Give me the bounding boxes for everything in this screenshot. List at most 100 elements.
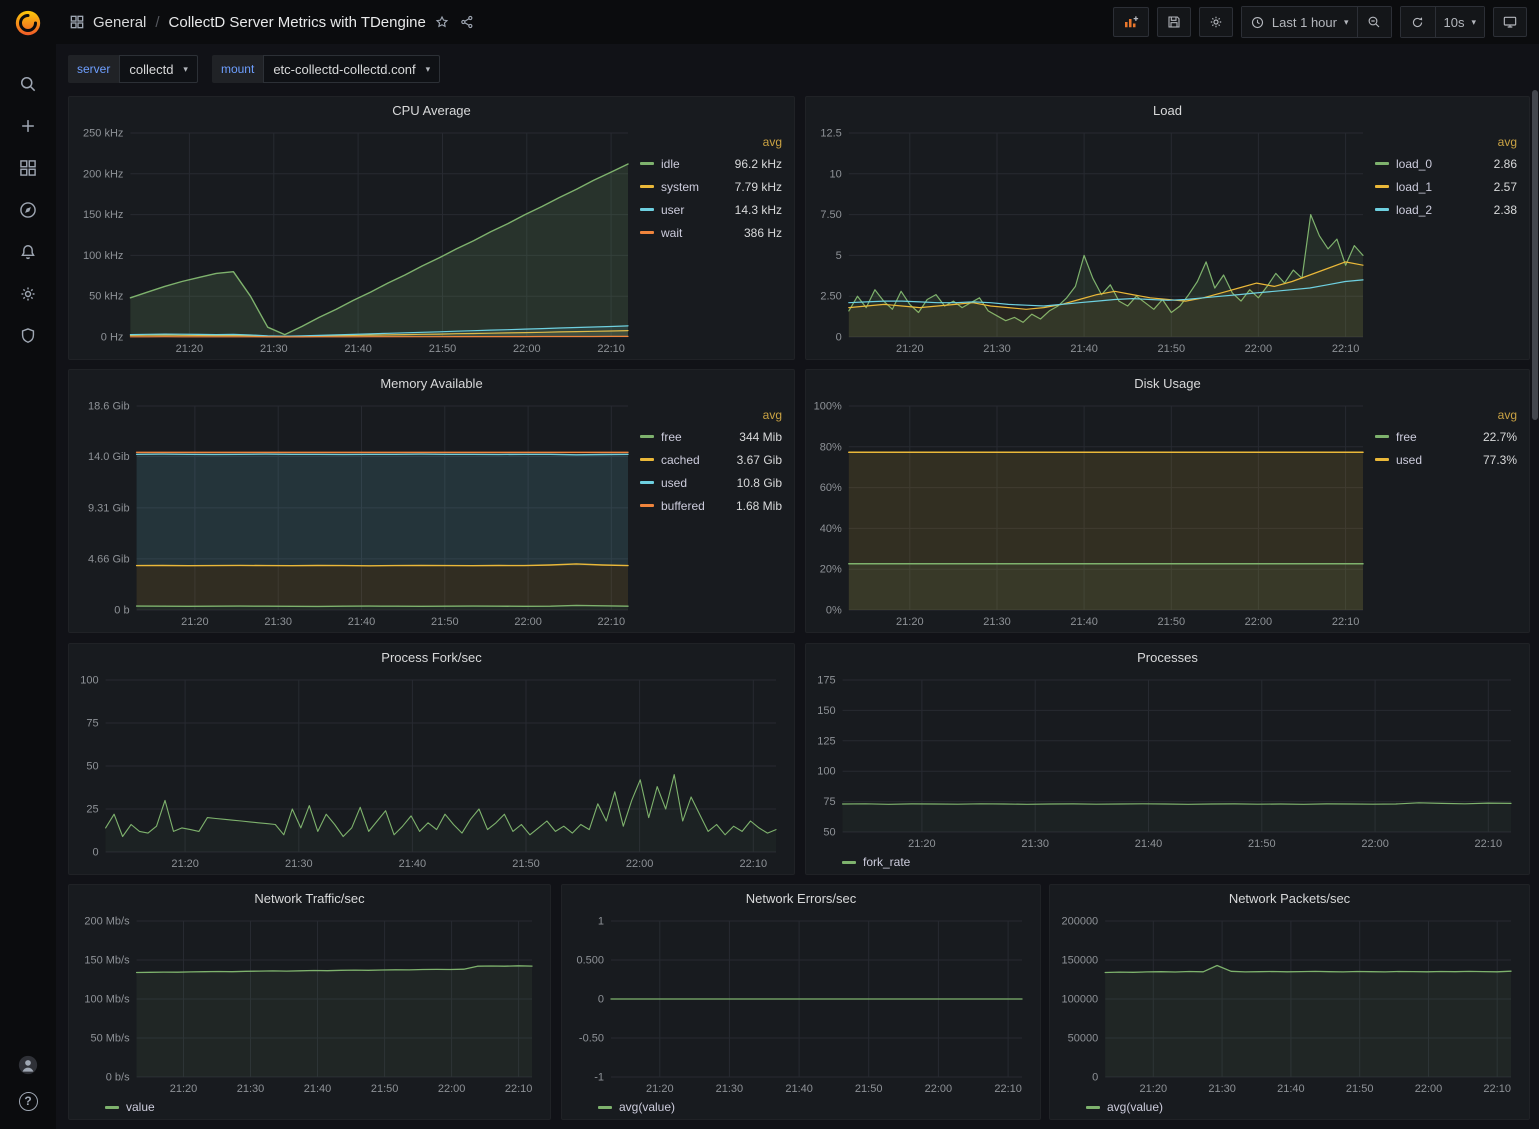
series-avg-value: 10.8 Gib (737, 476, 782, 490)
legend-item[interactable]: fork_rate (842, 852, 910, 872)
legend-item[interactable]: load_12.57 (1375, 175, 1517, 198)
time-series-chart[interactable]: 0 b/s50 Mb/s100 Mb/s150 Mb/s200 Mb/s21:2… (75, 911, 544, 1097)
legend-sort-header[interactable]: avg (1375, 135, 1517, 149)
svg-text:21:20: 21:20 (170, 1083, 198, 1095)
svg-text:200 kHz: 200 kHz (83, 168, 123, 180)
panel-title[interactable]: Network Packets/sec (1050, 885, 1529, 911)
variable-mount[interactable]: mount etc-collectd-collectd.conf ▾ (212, 55, 440, 83)
svg-text:200 Mb/s: 200 Mb/s (84, 916, 130, 928)
panel-title[interactable]: Network Errors/sec (562, 885, 1040, 911)
legend-item[interactable]: used10.8 Gib (640, 471, 782, 494)
series-name: value (126, 1100, 155, 1114)
legend-item[interactable]: idle96.2 kHz (640, 152, 782, 175)
panel-title[interactable]: Network Traffic/sec (69, 885, 550, 911)
series-avg-value: 2.57 (1494, 180, 1517, 194)
series-name: idle (661, 157, 728, 171)
legend-item[interactable]: value (105, 1097, 155, 1117)
svg-text:100 kHz: 100 kHz (83, 250, 123, 262)
sidebar-dashboards[interactable] (18, 158, 38, 178)
legend-item[interactable]: used77.3% (1375, 448, 1517, 471)
legend-item[interactable]: load_22.38 (1375, 198, 1517, 221)
breadcrumb-folder[interactable]: General (93, 14, 146, 31)
panel-title[interactable]: Disk Usage (806, 370, 1529, 396)
panel-memory-available: Memory Available 0 b4.66 Gib9.31 Gib14.0… (68, 369, 795, 633)
cycle-view-mode-button[interactable] (1493, 7, 1527, 37)
sidebar-alerting[interactable] (18, 242, 38, 262)
panel-title[interactable]: Load (806, 97, 1529, 123)
legend-sort-header[interactable]: avg (1375, 408, 1517, 422)
sidebar-search[interactable] (18, 74, 38, 94)
legend-item[interactable]: user14.3 kHz (640, 198, 782, 221)
variable-mount-value[interactable]: etc-collectd-collectd.conf ▾ (263, 55, 440, 83)
time-series-chart[interactable]: -1-0.5000.500121:2021:3021:4021:5022:002… (568, 911, 1034, 1097)
refresh-button[interactable] (1401, 7, 1435, 37)
panel-title[interactable]: Processes (806, 644, 1529, 670)
legend-item[interactable]: avg(value) (598, 1097, 675, 1117)
time-series-chart[interactable]: 0%20%40%60%80%100%21:2021:3021:4021:5022… (812, 396, 1375, 630)
panel-legend: avg free344 Mibcached3.67 Gibused10.8 Gib… (640, 396, 788, 630)
time-range-picker[interactable]: Last 1 hour ▾ (1242, 7, 1357, 37)
panel-legend: avg(value) (568, 1097, 1034, 1117)
legend-item[interactable]: buffered1.68 Mib (640, 494, 782, 517)
template-variables: server collectd ▾ mount etc-collectd-col… (68, 55, 440, 83)
legend-item[interactable]: free22.7% (1375, 425, 1517, 448)
toolbar-right: Last 1 hour ▾ 10s ▾ (1113, 6, 1527, 38)
svg-text:22:10: 22:10 (740, 858, 768, 870)
time-series-chart[interactable]: 507510012515017521:2021:3021:4021:5022:0… (812, 670, 1523, 852)
legend-item[interactable]: wait386 Hz (640, 221, 782, 244)
variable-server-value[interactable]: collectd ▾ (119, 55, 198, 83)
series-avg-value: 14.3 kHz (735, 203, 782, 217)
breadcrumb: General / CollectD Server Metrics with T… (93, 14, 426, 31)
series-name: cached (661, 453, 730, 467)
sidebar-create[interactable] (18, 116, 38, 136)
grafana-logo[interactable] (13, 8, 43, 38)
legend-item[interactable]: load_02.86 (1375, 152, 1517, 175)
series-color-dash (640, 458, 654, 461)
clock-icon (1250, 15, 1265, 30)
dashboard-settings-button[interactable] (1199, 7, 1233, 37)
time-series-chart[interactable]: 0 Hz50 kHz100 kHz150 kHz200 kHz250 kHz21… (75, 123, 640, 357)
panel-title[interactable]: Process Fork/sec (69, 644, 794, 670)
svg-text:21:50: 21:50 (855, 1083, 883, 1095)
panel-legend: avg(value) (1056, 1097, 1523, 1117)
svg-text:0: 0 (836, 332, 842, 344)
legend-item[interactable]: cached3.67 Gib (640, 448, 782, 471)
legend-item[interactable]: avg(value) (1086, 1097, 1163, 1117)
add-panel-icon (1122, 13, 1140, 31)
time-series-chart[interactable]: 05000010000015000020000021:2021:3021:402… (1056, 911, 1523, 1097)
time-series-chart[interactable]: 025507510021:2021:3021:4021:5022:0022:10 (75, 670, 788, 872)
dashboards-grid-icon (18, 158, 38, 178)
legend-item[interactable]: system7.79 kHz (640, 175, 782, 198)
svg-text:12.5: 12.5 (820, 128, 841, 140)
time-series-chart[interactable]: 02.5057.501012.521:2021:3021:4021:5022:0… (812, 123, 1375, 357)
sidebar-user-avatar[interactable] (18, 1055, 38, 1075)
svg-text:0 b: 0 b (114, 605, 129, 617)
svg-text:250 kHz: 250 kHz (83, 128, 123, 140)
sidebar-explore[interactable] (18, 200, 38, 220)
star-dashboard-button[interactable] (434, 14, 451, 31)
sidebar-help[interactable]: ? (18, 1091, 38, 1111)
sidebar-configuration[interactable] (18, 284, 38, 304)
refresh-interval-picker[interactable]: 10s ▾ (1435, 7, 1485, 37)
series-color-dash (1375, 162, 1389, 165)
legend-item[interactable]: free344 Mib (640, 425, 782, 448)
legend-sort-header[interactable]: avg (640, 135, 782, 149)
time-series-chart[interactable]: 0 b4.66 Gib9.31 Gib14.0 Gib18.6 Gib21:20… (75, 396, 640, 630)
panel-title[interactable]: Memory Available (69, 370, 794, 396)
svg-text:21:50: 21:50 (429, 343, 457, 355)
svg-text:50 kHz: 50 kHz (89, 291, 123, 303)
svg-text:1: 1 (598, 916, 604, 928)
legend-sort-header[interactable]: avg (640, 408, 782, 422)
panel-title[interactable]: CPU Average (69, 97, 794, 123)
save-dashboard-button[interactable] (1157, 7, 1191, 37)
variable-server[interactable]: server collectd ▾ (68, 55, 198, 83)
add-panel-button[interactable] (1113, 7, 1149, 37)
zoom-out-time-button[interactable] (1357, 7, 1391, 37)
svg-text:21:50: 21:50 (1248, 838, 1276, 850)
series-name: wait (661, 226, 737, 240)
sidebar-server-admin[interactable] (18, 326, 38, 346)
series-color-dash (640, 185, 654, 188)
share-dashboard-button[interactable] (459, 14, 476, 31)
scrollbar-thumb[interactable] (1532, 90, 1538, 420)
panel-disk-usage: Disk Usage 0%20%40%60%80%100%21:2021:302… (805, 369, 1530, 633)
